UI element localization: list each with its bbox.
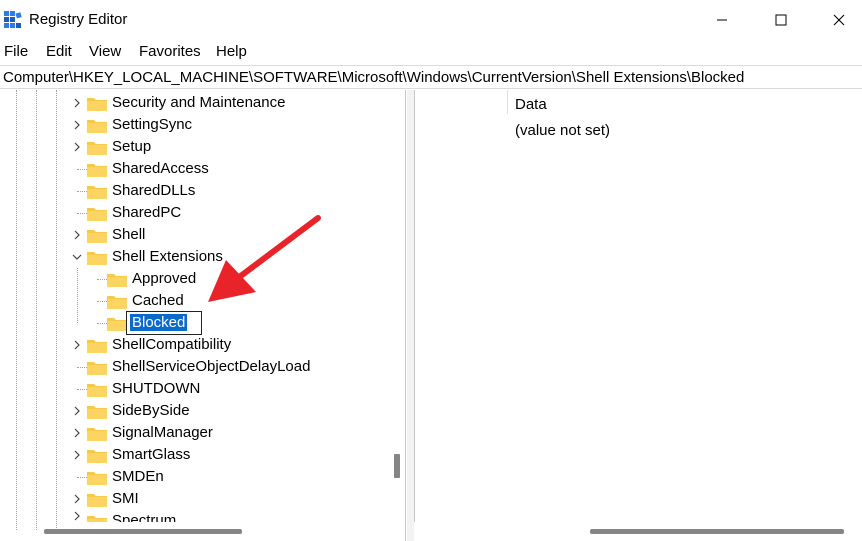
tree-item-spectrum[interactable]: Spectrum: [0, 510, 388, 522]
pane-splitter[interactable]: [407, 90, 414, 541]
minimize-icon: [717, 19, 727, 21]
tree-item-smden[interactable]: SMDEn: [0, 466, 388, 488]
chevron-right-icon[interactable]: [71, 488, 83, 510]
folder-icon: [87, 98, 107, 111]
chevron-right-icon[interactable]: [71, 422, 83, 444]
menu-favorites[interactable]: Favorites: [139, 43, 201, 60]
tree-item-label: Shell: [112, 226, 146, 243]
tree-item-label: SmartGlass: [112, 446, 191, 463]
tree-item-shellcompatibility[interactable]: ShellCompatibility: [0, 334, 388, 356]
folder-icon: [87, 362, 107, 375]
folder-icon: [87, 186, 107, 199]
chevron-right-icon[interactable]: [71, 92, 83, 114]
tree-item-shutdown[interactable]: SHUTDOWN: [0, 378, 388, 400]
chevron-down-icon[interactable]: [71, 246, 83, 268]
address-path[interactable]: Computer\HKEY_LOCAL_MACHINE\SOFTWARE\Mic…: [3, 69, 744, 86]
tree-item-label: ShellServiceObjectDelayLoad: [112, 358, 311, 375]
key-tree-pane[interactable]: Security and Maintenance SettingSync Set…: [0, 90, 407, 541]
tree-item-signalmanager[interactable]: SignalManager: [0, 422, 388, 444]
address-bar[interactable]: Computer\HKEY_LOCAL_MACHINE\SOFTWARE\Mic…: [0, 65, 862, 89]
tree-item-label: Security and Maintenance: [112, 94, 286, 111]
chevron-right-icon[interactable]: [71, 224, 83, 246]
tree-vertical-scrollbar[interactable]: [388, 90, 406, 520]
close-icon: [833, 14, 845, 26]
chevron-right-icon[interactable]: [71, 136, 83, 158]
values-pane[interactable]: Data (value not set): [414, 90, 862, 522]
tree-item-settingsync[interactable]: SettingSync: [0, 114, 388, 136]
tree-horizontal-scroll-thumb[interactable]: [44, 529, 242, 534]
tree-item-label-selected[interactable]: Blocked: [130, 314, 188, 331]
folder-icon: [87, 208, 107, 221]
column-header-data[interactable]: Data: [515, 96, 547, 113]
values-horizontal-scroll-thumb[interactable]: [590, 529, 844, 534]
folder-icon: [107, 318, 127, 331]
tree-item-label: ShellCompatibility: [112, 336, 232, 353]
tree-item-sidebyside[interactable]: SideBySide: [0, 400, 388, 422]
value-data-cell[interactable]: (value not set): [515, 122, 610, 139]
folder-icon: [87, 428, 107, 441]
tree-item-label: Spectrum: [112, 512, 177, 522]
registry-editor-icon: [4, 11, 22, 28]
tree-vertical-scroll-thumb[interactable]: [394, 454, 400, 478]
folder-icon: [87, 142, 107, 155]
close-button[interactable]: [816, 0, 862, 40]
folder-icon: [107, 274, 127, 287]
tree-item-sharedaccess[interactable]: SharedAccess: [0, 158, 388, 180]
chevron-right-icon[interactable]: [71, 400, 83, 422]
folder-icon: [87, 450, 107, 463]
folder-icon: [87, 516, 107, 522]
tree-item-label: SharedDLLs: [112, 182, 196, 199]
folder-icon: [87, 230, 107, 243]
tree-item-label: SMI: [112, 490, 139, 507]
chevron-right-icon[interactable]: [71, 334, 83, 356]
menu-edit[interactable]: Edit: [46, 43, 72, 60]
tree-item-label: SharedPC: [112, 204, 182, 221]
tree-item-label: SettingSync: [112, 116, 193, 133]
tree-item-shellserviceobjectdelayload[interactable]: ShellServiceObjectDelayLoad: [0, 356, 388, 378]
folder-icon: [87, 120, 107, 133]
folder-icon: [87, 340, 107, 353]
tree-item-smartglass[interactable]: SmartGlass: [0, 444, 388, 466]
maximize-button[interactable]: [758, 0, 804, 40]
tree-item-security-and-maintenance[interactable]: Security and Maintenance: [0, 92, 388, 114]
tree-item-label: SideBySide: [112, 402, 190, 419]
chevron-right-icon[interactable]: [71, 444, 83, 466]
menu-bar: File Edit View Favorites Help: [0, 40, 862, 64]
annotation-arrow-icon: [208, 215, 321, 302]
tree-item-setup[interactable]: Setup: [0, 136, 388, 158]
minimize-button[interactable]: [699, 0, 745, 40]
folder-icon: [87, 406, 107, 419]
title-bar: Registry Editor: [0, 0, 862, 40]
tree-item-shareddlls[interactable]: SharedDLLs: [0, 180, 388, 202]
column-separator[interactable]: [507, 90, 508, 114]
tree-item-label: SHUTDOWN: [112, 380, 201, 397]
folder-icon: [87, 472, 107, 485]
tree-item-label: Approved: [132, 270, 197, 287]
tree-item-smi[interactable]: SMI: [0, 488, 388, 510]
menu-view[interactable]: View: [89, 43, 121, 60]
tree-item-label: SignalManager: [112, 424, 213, 441]
window-title: Registry Editor: [29, 11, 128, 28]
maximize-icon: [775, 14, 787, 26]
menu-file[interactable]: File: [4, 43, 28, 60]
folder-icon: [107, 296, 127, 309]
folder-icon: [87, 384, 107, 397]
tree-item-label: SharedAccess: [112, 160, 209, 177]
folder-icon: [87, 164, 107, 177]
folder-open-icon: [87, 252, 107, 265]
menu-help[interactable]: Help: [216, 43, 247, 60]
tree-horizontal-scrollbar[interactable]: [0, 522, 388, 540]
tree-item-label: Setup: [112, 138, 152, 155]
tree-item-blocked[interactable]: Blocked: [0, 311, 388, 335]
values-horizontal-scrollbar[interactable]: [414, 522, 862, 540]
chevron-right-icon[interactable]: [71, 510, 83, 522]
tree-item-label: SMDEn: [112, 468, 164, 485]
folder-icon: [87, 494, 107, 507]
tree-item-label: Cached: [132, 292, 184, 309]
chevron-right-icon[interactable]: [71, 114, 83, 136]
